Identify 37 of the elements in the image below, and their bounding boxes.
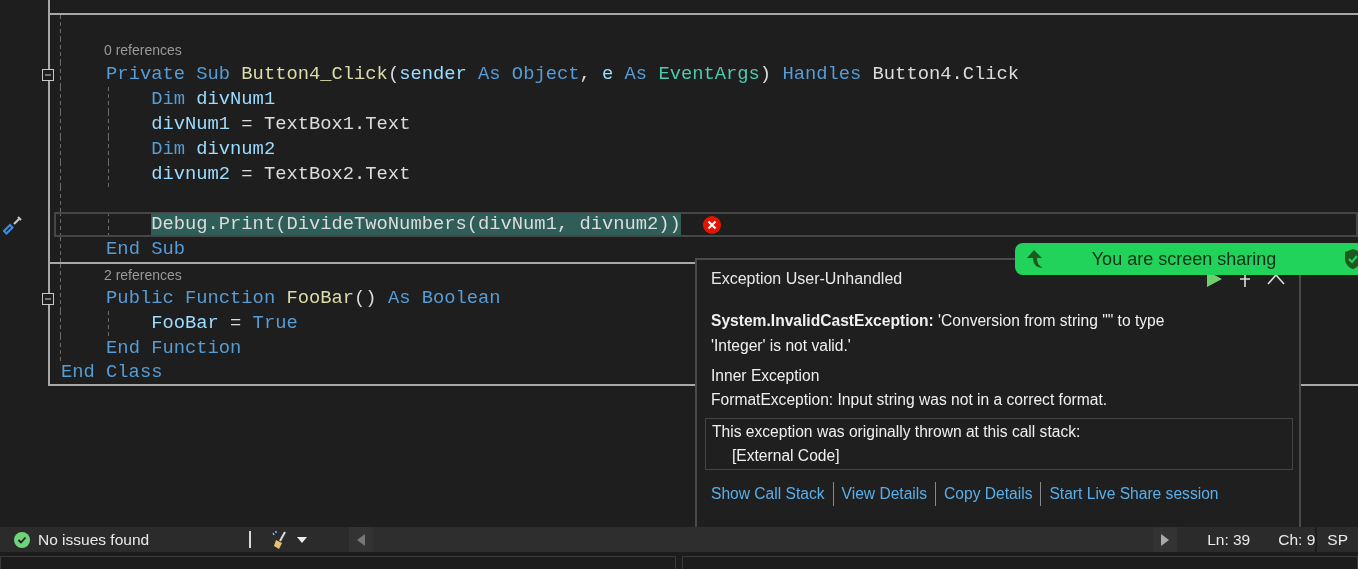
- banner-text: You are screen sharing: [1090, 248, 1278, 270]
- column-number[interactable]: Ch: 9: [1278, 530, 1316, 549]
- popup-link[interactable]: Copy Details: [935, 482, 1041, 506]
- popup-link[interactable]: Show Call Stack: [711, 482, 833, 506]
- references-link[interactable]: 2 references: [104, 267, 182, 283]
- inner-exception-message: FormatException: Input string was not in a correct format.: [711, 390, 1109, 410]
- code-line: Public Function FooBar() As Boolean: [106, 286, 501, 311]
- popup-link[interactable]: Start Live Share session: [1040, 482, 1227, 506]
- code-line: divnum2 = TextBox2.Text: [151, 162, 411, 187]
- exception-message: System.InvalidCastException: 'Conversion from string "" to type 'Integer' is not valid.': [711, 311, 1166, 356]
- code-line: End Sub: [106, 237, 185, 262]
- collapse-icon[interactable]: [42, 292, 54, 305]
- popup-title: Exception User-Unhandled: [711, 270, 903, 288]
- caret-icon: [297, 536, 307, 543]
- code-line: Private Sub Button4_Click(sender As Object, e As EventArgs) Handles Button4.Click: [106, 62, 1020, 87]
- screwdriver-icon[interactable]: [2, 213, 24, 236]
- scroll-right-button[interactable]: [1153, 527, 1178, 552]
- code-line: Dim divnum2: [151, 137, 276, 162]
- check-circle-icon: [14, 531, 30, 548]
- popup-link[interactable]: View Details: [832, 482, 936, 506]
- code-line: FooBar = True: [151, 311, 298, 336]
- code-line: Dim divNum1: [151, 87, 276, 112]
- code-line: End Class: [61, 360, 163, 385]
- call-stack-heading: This exception was originally thrown at this call stack:: [712, 422, 1082, 442]
- code-line: divNum1 = TextBox1.Text: [151, 112, 411, 137]
- code-line: End Function: [106, 336, 242, 361]
- line-number[interactable]: Ln: 39: [1207, 530, 1251, 549]
- references-link[interactable]: 0 references: [104, 42, 182, 58]
- left-arrow-icon: [357, 533, 365, 546]
- call-stack-frame[interactable]: [External Code]: [712, 444, 1284, 468]
- collapse-icon[interactable]: [42, 68, 54, 81]
- chevron-up-icon[interactable]: [1267, 273, 1285, 285]
- inner-exception-heading: Inner Exception: [711, 366, 821, 386]
- scroll-left-button[interactable]: [349, 527, 373, 552]
- error-icon[interactable]: [702, 215, 721, 234]
- right-arrow-icon: [1161, 533, 1170, 546]
- issues-status[interactable]: No issues found: [38, 530, 150, 549]
